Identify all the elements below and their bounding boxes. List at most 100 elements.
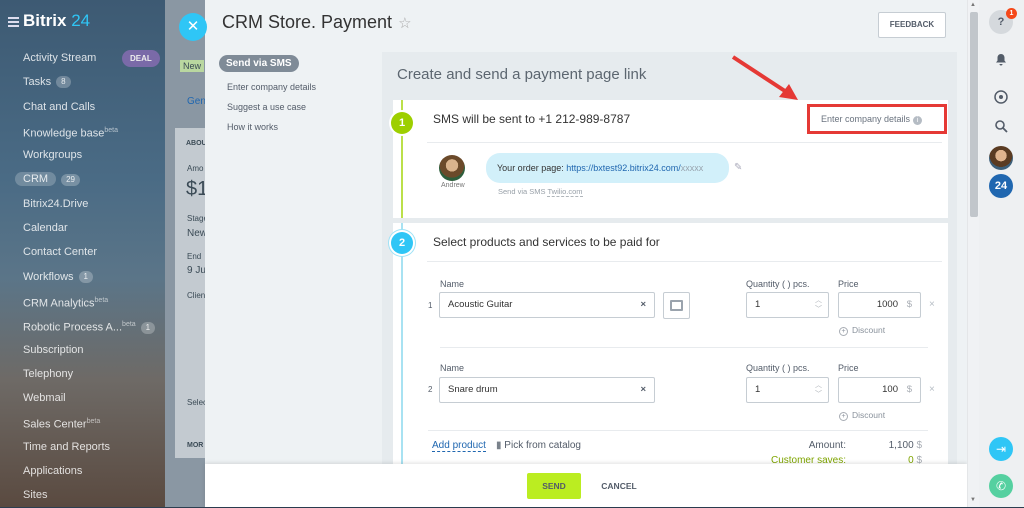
user-avatar[interactable] [989,146,1013,170]
nav-how-it-works[interactable]: How it works [219,122,379,132]
avatar [439,155,465,181]
name-label: Name [440,279,465,289]
book-icon: ▮ [496,440,502,451]
menu-icon[interactable] [8,15,19,29]
quantity-stepper[interactable]: 1 ︿ ﹀ [746,292,829,318]
panel-footer: SEND CANCEL [205,464,967,507]
right-toolbar: ? 1 24 ⇥ ✆ [979,0,1024,507]
feedback-button[interactable]: FEEDBACK [878,12,946,38]
steps-nav: Send via SMS Enter company details Sugge… [219,55,379,132]
divider [440,347,928,348]
product-name-field[interactable]: Acoustic Guitar × [439,292,655,318]
sidebar-item-workflows[interactable]: Workflows 1 [0,265,165,289]
bg-about: ABOU [186,140,207,147]
scrollbar[interactable]: ▲ ▼ [967,0,979,507]
price-field[interactable]: 100 $ [838,377,921,403]
sender-name: Andrew [441,182,465,189]
search-icon[interactable] [989,114,1013,138]
stepper-arrows-icon[interactable]: ︿ ﹀ [815,381,822,399]
add-product-link[interactable]: Add product [432,440,486,452]
step2-title: Select products and services to be paid … [433,235,660,249]
sidebar-item-activity-stream[interactable]: Activity Stream [0,46,165,70]
name-label: Name [440,363,465,373]
edit-pencil-icon[interactable]: ✎ [734,162,742,173]
price-field[interactable]: 1000 $ [838,292,921,318]
bg-amount: Amo [187,164,204,173]
brand-logo[interactable]: Bitrix 24 [8,11,90,31]
close-slider-button[interactable]: ✕ [179,13,207,41]
content-title: Create and send a payment page link [397,66,647,83]
price-label: Price [838,363,859,373]
sidebar-item-chat[interactable]: Chat and Calls [0,95,165,119]
count-badge: 1 [78,270,93,283]
bg-client: Clien [187,291,206,300]
sidebar-item-applications[interactable]: Applications [0,459,165,483]
sidebar-item-tasks[interactable]: Tasks 8 [0,70,165,94]
quantity-label: Quantity ( ) pcs. [746,279,810,289]
pick-from-catalog-link[interactable]: ▮ Pick from catalog [496,440,581,451]
left-sidebar: Bitrix 24 DEAL Activity Stream Tasks 8 Ch… [0,0,165,507]
phone-icon[interactable]: ✆ [989,474,1013,498]
price-label: Price [838,279,859,289]
plus-icon: + [839,327,848,336]
bg-date: 9 Ju [187,265,206,276]
discount-link[interactable]: + Discount [839,410,885,421]
bg-new-stage: New [187,228,208,239]
clear-icon[interactable]: × [640,293,646,317]
sidebar-item-subscription[interactable]: Subscription [0,338,165,362]
sidebar-menu: Activity Stream Tasks 8 Chat and Calls Kn… [0,46,165,508]
row-number: 2 [428,385,433,394]
nav-enter-company-details[interactable]: Enter company details [219,82,379,92]
sidebar-item-workgroups[interactable]: Workgroups [0,143,165,167]
scroll-up-icon[interactable]: ▲ [970,2,976,8]
quantity-stepper[interactable]: 1 ︿ ﹀ [746,377,829,403]
remove-row-icon[interactable]: × [929,299,935,310]
remove-row-icon[interactable]: × [929,384,935,395]
clear-icon[interactable]: × [640,378,646,402]
enter-company-details-link[interactable]: Enter company details i [807,104,947,134]
scroll-down-icon[interactable]: ▼ [970,497,976,503]
nav-suggest-use-case[interactable]: Suggest a use case [219,102,379,112]
step1-title: SMS will be sent to +1 212-989-8787 [433,112,631,126]
count-badge: 29 [61,173,80,186]
sidebar-item-crm-analytics[interactable]: CRM Analyticsbeta [0,289,165,313]
divider [427,142,942,143]
cancel-button[interactable]: CANCEL [597,473,641,499]
nav-send-via-sms[interactable]: Send via SMS [219,55,299,72]
sms-provider-link[interactable]: Twilio.com [547,187,583,197]
sidebar-item-sales-center[interactable]: Sales Centerbeta [0,410,165,434]
sidebar-item-webmail[interactable]: Webmail [0,386,165,410]
step2-line [401,223,403,464]
step2-block [393,223,948,464]
sidebar-item-drive[interactable]: Bitrix24.Drive [0,192,165,216]
sidebar-item-sites[interactable]: Sites [0,483,165,507]
product-image-button[interactable] [663,292,690,319]
product-name-field[interactable]: Snare drum × [439,377,655,403]
bitrix24-icon[interactable]: 24 [989,174,1013,198]
sms-provider-text: Send via SMS Twilio.com [498,187,583,197]
sidebar-item-telephony[interactable]: Telephony [0,362,165,386]
bg-select: Selec [187,398,208,407]
discount-link[interactable]: + Discount [839,325,885,336]
row-number: 1 [428,301,433,310]
send-button[interactable]: SEND [527,473,581,499]
payment-page-url[interactable]: https://bxtest92.bitrix24.com/xxxxx [566,163,703,173]
scroll-thumb[interactable] [970,12,978,217]
open-lines-icon[interactable]: ⇥ [989,437,1013,461]
sidebar-item-time-reports[interactable]: Time and Reports [0,435,165,459]
sidebar-item-crm[interactable]: CRM 29 [0,167,165,191]
page-title: CRM Store. Payment ☆ [222,12,412,32]
image-icon [670,300,683,311]
bg-end: End [187,252,202,261]
count-badge: 8 [56,76,71,89]
sidebar-item-knowledge-base[interactable]: Knowledge basebeta [0,119,165,143]
sidebar-item-calendar[interactable]: Calendar [0,216,165,240]
sidebar-item-rpa[interactable]: Robotic Process A...beta 1 [0,313,165,337]
close-icon: ✕ [186,18,200,35]
sms-message-bubble: Your order page: https://bxtest92.bitrix… [486,153,729,183]
sidebar-item-contact-center[interactable]: Contact Center [0,240,165,264]
star-icon[interactable]: ☆ [398,15,411,32]
stepper-arrows-icon[interactable]: ︿ ﹀ [815,296,822,314]
chat-icon[interactable] [989,85,1013,109]
bell-icon[interactable] [989,48,1013,72]
